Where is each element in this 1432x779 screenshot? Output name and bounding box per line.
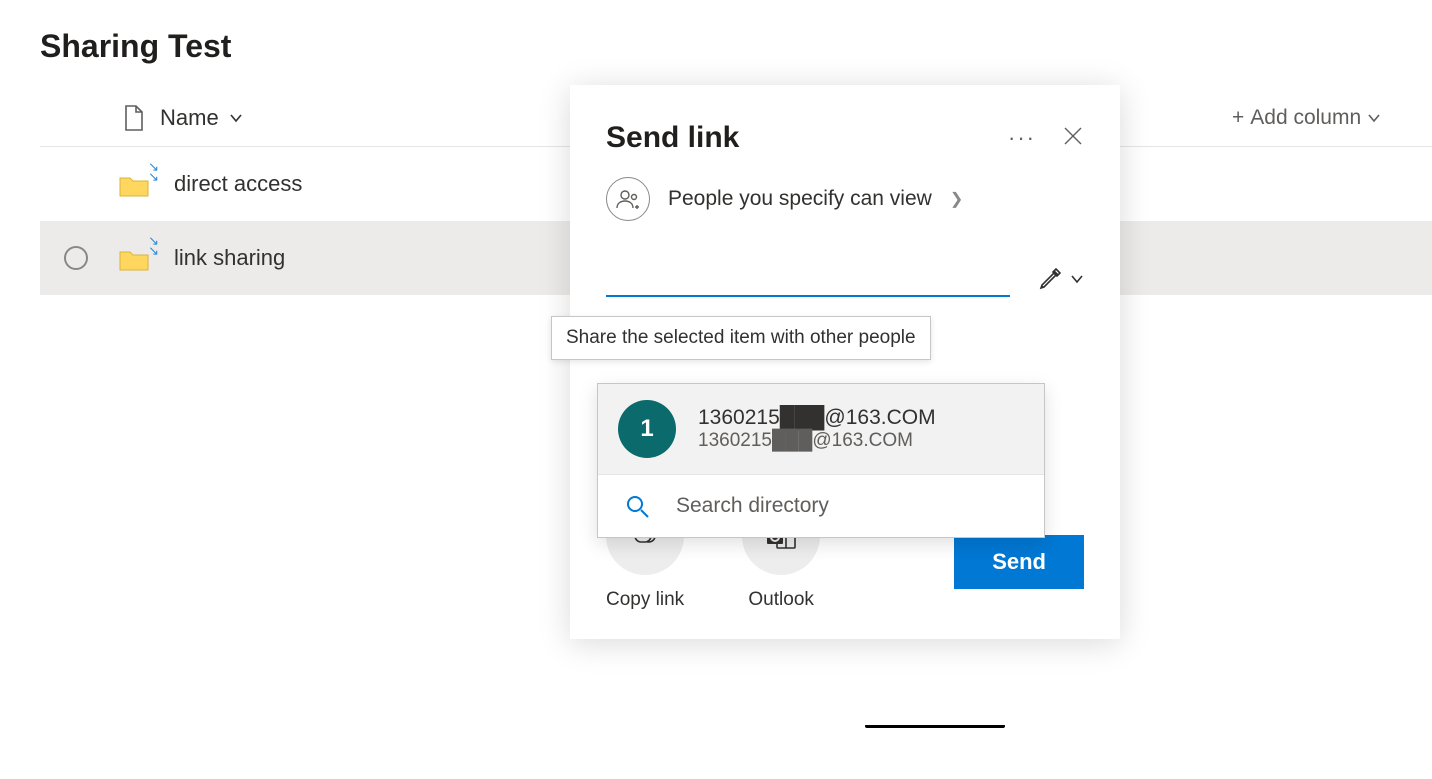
type-icon-header [110, 104, 158, 132]
search-directory-label: Search directory [676, 494, 829, 518]
folder-icon: ↘↘ [110, 172, 158, 196]
chevron-down-icon [1070, 272, 1084, 286]
add-column-label: Add column [1250, 106, 1361, 130]
search-directory-button[interactable]: Search directory [598, 474, 1044, 537]
more-icon[interactable]: ··· [1008, 125, 1036, 151]
dialog-title: Send link [606, 121, 739, 155]
search-icon [624, 493, 650, 519]
chevron-down-icon [1367, 111, 1381, 125]
link-settings-button[interactable]: People you specify can view ❯ [606, 177, 1084, 221]
plus-icon: + [1232, 106, 1244, 130]
suggestion-item[interactable]: 1 1360215███@163.COM 1360215███@163.COM [598, 384, 1044, 474]
close-button[interactable] [1062, 125, 1084, 152]
suggestion-email-secondary: 1360215███@163.COM [698, 430, 936, 452]
column-name-label: Name [160, 105, 219, 131]
chevron-right-icon: ❯ [950, 189, 963, 209]
row-select[interactable] [40, 246, 110, 270]
item-name: link sharing [160, 245, 285, 271]
copy-link-label: Copy link [606, 589, 684, 611]
annotation-underline [865, 724, 1005, 728]
add-column-button[interactable]: + Add column [1232, 106, 1432, 130]
chevron-down-icon [229, 111, 243, 125]
folder-icon: ↘↘ [110, 246, 158, 270]
pencil-icon [1038, 267, 1062, 291]
shortcut-badge-icon: ↘↘ [148, 236, 159, 256]
people-suggestions: 1 1360215███@163.COM 1360215███@163.COM … [597, 383, 1045, 538]
recipient-input[interactable] [606, 261, 1010, 297]
item-name: direct access [160, 171, 302, 197]
suggestion-email: 1360215███@163.COM [698, 406, 936, 430]
permission-dropdown[interactable] [1038, 267, 1084, 291]
close-icon [1062, 125, 1084, 147]
link-settings-label: People you specify can view [668, 187, 932, 211]
send-button[interactable]: Send [954, 535, 1084, 589]
row-select[interactable] [40, 172, 110, 196]
shortcut-badge-icon: ↘↘ [148, 162, 159, 182]
people-icon [606, 177, 650, 221]
avatar: 1 [618, 400, 676, 458]
share-tooltip: Share the selected item with other peopl… [551, 316, 931, 360]
page-title: Sharing Test [0, 0, 1432, 89]
outlook-label: Outlook [748, 589, 813, 611]
send-link-dialog: Send link ··· People you specify can vie… [570, 85, 1120, 639]
